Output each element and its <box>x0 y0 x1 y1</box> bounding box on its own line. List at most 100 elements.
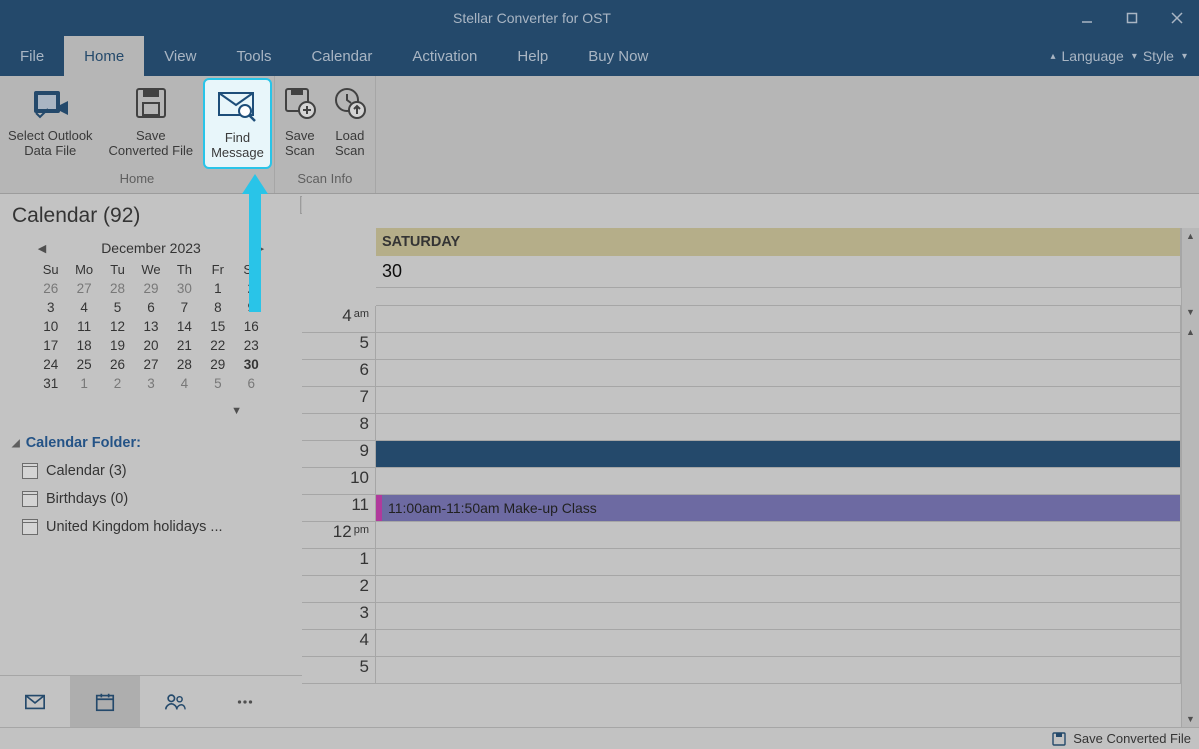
menu-buy-now[interactable]: Buy Now <box>568 36 668 76</box>
mini-cal-day[interactable]: 13 <box>134 317 167 336</box>
mini-cal-day[interactable]: 10 <box>34 317 67 336</box>
mini-cal-day[interactable]: 2 <box>101 374 134 393</box>
hour-label: 4 <box>302 630 376 656</box>
menu-activation[interactable]: Activation <box>392 36 497 76</box>
mini-cal-day[interactable]: 31 <box>34 374 67 393</box>
mini-cal-day[interactable]: 25 <box>67 355 100 374</box>
mini-cal-day[interactable]: 30 <box>168 279 201 298</box>
scroll-up-top-icon[interactable]: ▲ <box>1182 228 1199 244</box>
menu-home[interactable]: Home <box>64 36 144 76</box>
time-slot[interactable] <box>376 576 1181 602</box>
people-tab[interactable] <box>140 676 210 727</box>
mini-cal-day[interactable]: 18 <box>67 336 100 355</box>
time-slot[interactable] <box>376 522 1181 548</box>
mini-cal-day[interactable]: 6 <box>134 298 167 317</box>
hour-label: 10 <box>302 468 376 494</box>
menu-view[interactable]: View <box>144 36 216 76</box>
mini-cal-day[interactable]: 11 <box>67 317 100 336</box>
mini-cal-day[interactable]: 2 <box>235 279 268 298</box>
mini-cal-day[interactable]: 5 <box>101 298 134 317</box>
mini-cal-day[interactable]: 3 <box>34 298 67 317</box>
month-label: December 2023 <box>101 240 201 256</box>
mini-cal-day[interactable]: 4 <box>67 298 100 317</box>
scroll-handle-up-icon[interactable]: ▼ <box>1182 304 1199 320</box>
mini-cal-day[interactable]: 14 <box>168 317 201 336</box>
time-slot[interactable] <box>376 441 1181 467</box>
time-slot[interactable] <box>376 468 1181 494</box>
hour-label: 8 <box>302 414 376 440</box>
mini-cal-day[interactable]: 19 <box>101 336 134 355</box>
select-outlook-data-file-button[interactable]: Select Outlook Data File <box>0 76 101 171</box>
mini-cal-day[interactable]: 17 <box>34 336 67 355</box>
style-selector[interactable]: Style <box>1143 48 1174 64</box>
prev-month-button[interactable]: ◀ <box>34 242 50 255</box>
minimize-button[interactable] <box>1064 0 1109 36</box>
mini-cal-day[interactable]: 27 <box>67 279 100 298</box>
time-slot[interactable] <box>376 657 1181 683</box>
mini-cal-day[interactable]: 1 <box>67 374 100 393</box>
menu-file[interactable]: File <box>0 36 64 76</box>
mini-cal-day[interactable]: 23 <box>235 336 268 355</box>
all-day-row[interactable] <box>376 288 1181 306</box>
scroll-up-icon[interactable]: ▲ <box>1182 324 1199 340</box>
time-slot[interactable] <box>376 387 1181 413</box>
mini-cal-day[interactable]: 28 <box>168 355 201 374</box>
mini-cal-day[interactable]: 21 <box>168 336 201 355</box>
mini-cal-day[interactable]: 29 <box>134 279 167 298</box>
mini-cal-day[interactable]: 26 <box>101 355 134 374</box>
mini-cal-day[interactable]: 16 <box>235 317 268 336</box>
language-caret-icon: ▴ <box>1050 51 1055 62</box>
find-message-button[interactable]: Find Message <box>203 78 272 169</box>
mini-cal-day[interactable]: 29 <box>201 355 234 374</box>
mini-cal-day[interactable]: 27 <box>134 355 167 374</box>
folder-birthdays[interactable]: Birthdays (0) <box>12 485 290 513</box>
folder-uk-holidays[interactable]: United Kingdom holidays ... <box>12 513 290 541</box>
mini-cal-day[interactable]: 5 <box>201 374 234 393</box>
mini-cal-day[interactable]: 6 <box>235 374 268 393</box>
time-slot[interactable] <box>376 603 1181 629</box>
mini-cal-day[interactable]: 28 <box>101 279 134 298</box>
mini-cal-day[interactable]: 20 <box>134 336 167 355</box>
time-slot[interactable]: 11:00am-11:50am Make-up Class <box>376 495 1181 521</box>
mini-cal-day[interactable]: 3 <box>134 374 167 393</box>
time-slot[interactable] <box>376 306 1181 332</box>
mini-cal-day[interactable]: 30 <box>235 355 268 374</box>
calendar-icon <box>22 463 38 479</box>
sidebar-dropdown-button[interactable]: ▼ <box>231 405 242 417</box>
time-slot[interactable] <box>376 360 1181 386</box>
folder-calendar[interactable]: Calendar (3) <box>12 457 290 485</box>
status-save-button[interactable]: Save Converted File <box>1073 731 1191 746</box>
time-slot[interactable] <box>376 549 1181 575</box>
load-scan-button[interactable]: Load Scan <box>325 76 375 171</box>
menu-calendar[interactable]: Calendar <box>291 36 392 76</box>
next-month-button[interactable]: ▶ <box>252 242 268 255</box>
mini-cal-day[interactable]: 8 <box>201 298 234 317</box>
vertical-scrollbar[interactable]: ▲ ▼ ▲ ▼ <box>1181 228 1199 727</box>
save-converted-file-button[interactable]: Save Converted File <box>101 76 202 171</box>
mini-cal-day[interactable]: 22 <box>201 336 234 355</box>
folder-header[interactable]: ◢ Calendar Folder: <box>12 429 290 457</box>
mini-cal-day[interactable]: 26 <box>34 279 67 298</box>
hour-label: 5 <box>302 333 376 359</box>
time-slot[interactable] <box>376 333 1181 359</box>
time-slot[interactable] <box>376 630 1181 656</box>
mini-cal-day[interactable]: 24 <box>34 355 67 374</box>
language-selector[interactable]: Language <box>1062 48 1124 64</box>
mini-cal-day[interactable]: 9 <box>235 298 268 317</box>
calendar-event[interactable]: 11:00am-11:50am Make-up Class <box>376 495 1180 521</box>
mini-cal-day[interactable]: 15 <box>201 317 234 336</box>
close-button[interactable] <box>1154 0 1199 36</box>
mini-cal-day[interactable]: 7 <box>168 298 201 317</box>
calendar-tab[interactable] <box>70 676 140 727</box>
mini-cal-day[interactable]: 1 <box>201 279 234 298</box>
mail-tab[interactable] <box>0 676 70 727</box>
scroll-down-icon[interactable]: ▼ <box>1182 711 1199 727</box>
save-scan-button[interactable]: Save Scan <box>275 76 325 171</box>
menu-help[interactable]: Help <box>497 36 568 76</box>
maximize-button[interactable] <box>1109 0 1154 36</box>
mini-cal-day[interactable]: 12 <box>101 317 134 336</box>
more-tab[interactable] <box>210 676 280 727</box>
mini-cal-day[interactable]: 4 <box>168 374 201 393</box>
time-slot[interactable] <box>376 414 1181 440</box>
menu-tools[interactable]: Tools <box>216 36 291 76</box>
